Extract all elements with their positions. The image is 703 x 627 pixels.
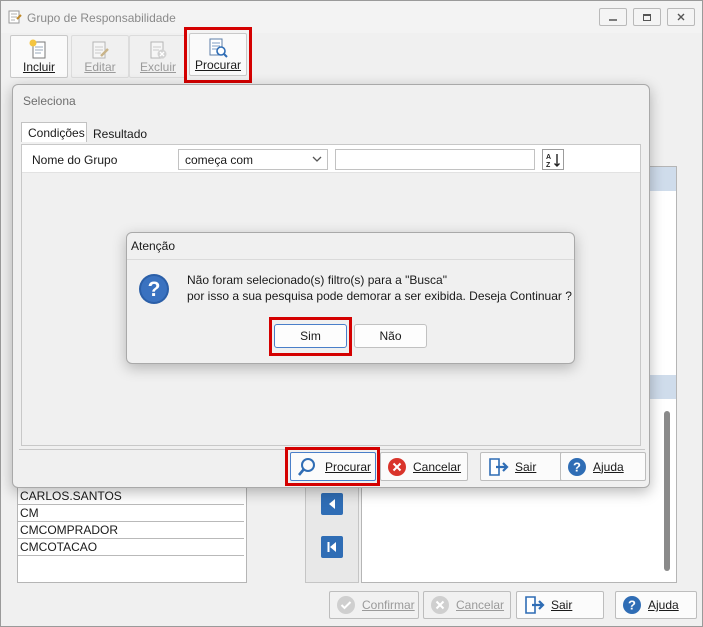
cancelar-footer-button[interactable]: Cancelar xyxy=(423,591,511,619)
check-icon xyxy=(337,596,355,614)
filter-value-input[interactable] xyxy=(335,149,535,170)
window-title: Grupo de Responsabilidade xyxy=(27,11,176,25)
exit-door-icon xyxy=(525,596,545,614)
svg-text:?: ? xyxy=(628,598,636,613)
list-item[interactable]: CMCOTACAO xyxy=(18,539,244,556)
atencao-message-line2: por isso a sua pesquisa pode demorar a s… xyxy=(187,289,572,303)
excluir-button[interactable]: Excluir xyxy=(129,35,187,78)
ajuda-footer-label: Ajuda xyxy=(648,598,679,612)
title-bar: Grupo de Responsabilidade xyxy=(1,1,702,33)
operator-value: começa com xyxy=(185,153,254,167)
nao-button[interactable]: Não xyxy=(354,324,427,348)
delete-document-icon xyxy=(150,41,167,59)
cancelar-dialog-button[interactable]: Cancelar xyxy=(380,452,468,481)
exit-door-icon xyxy=(489,457,509,476)
search-document-icon xyxy=(209,38,228,58)
svg-text:?: ? xyxy=(148,278,161,301)
question-icon: ? xyxy=(139,274,169,304)
cancel-icon xyxy=(388,457,406,476)
ajuda-dialog-button[interactable]: ? Ajuda xyxy=(560,452,646,481)
incluir-button[interactable]: Incluir xyxy=(10,35,68,78)
edit-document-icon xyxy=(92,41,109,59)
cancelar-footer-label: Cancelar xyxy=(456,598,505,612)
svg-text:?: ? xyxy=(573,459,581,474)
sim-label: Sim xyxy=(300,329,321,343)
sim-button[interactable]: Sim xyxy=(274,324,347,348)
procurar-toolbar-label: Procurar xyxy=(194,58,241,72)
editar-label: Editar xyxy=(84,60,116,74)
search-icon xyxy=(298,457,315,476)
tab-condicoes[interactable]: Condições xyxy=(21,122,87,142)
field-label: Nome do Grupo xyxy=(32,153,118,167)
svg-text:A: A xyxy=(546,154,551,161)
cancelar-dialog-label: Cancelar xyxy=(413,459,462,474)
list-item[interactable]: CARLOS.SANTOS xyxy=(18,488,244,505)
sort-az-icon: A Z xyxy=(546,153,560,168)
svg-text:Z: Z xyxy=(546,162,551,168)
move-all-left-button[interactable] xyxy=(321,536,343,558)
app-icon xyxy=(8,10,22,24)
confirmar-label: Confirmar xyxy=(362,598,415,612)
sair-footer-label: Sair xyxy=(551,598,573,612)
incluir-label: Incluir xyxy=(22,60,55,74)
help-icon: ? xyxy=(568,457,586,476)
list-item-label: CMCOTACAO xyxy=(20,540,98,554)
restore-button[interactable] xyxy=(633,8,661,26)
list-item-label: CARLOS.SANTOS xyxy=(20,489,122,503)
list-item-label: CMCOMPRADOR xyxy=(20,523,118,537)
procurar-dialog-button[interactable]: Procurar xyxy=(290,452,376,481)
editar-button[interactable]: Editar xyxy=(71,35,129,78)
sair-dialog-label: Sair xyxy=(515,459,537,474)
cancel-icon xyxy=(431,596,449,614)
arrow-left-icon xyxy=(329,499,335,509)
atencao-title: Atenção xyxy=(131,239,176,253)
sair-dialog-button[interactable]: Sair xyxy=(480,452,568,481)
excluir-label: Excluir xyxy=(139,60,176,74)
list-item[interactable]: CM xyxy=(18,505,244,522)
move-left-button[interactable] xyxy=(321,493,343,515)
tab-resultado[interactable]: Resultado xyxy=(87,124,153,144)
help-icon: ? xyxy=(623,596,641,614)
sair-footer-button[interactable]: Sair xyxy=(516,591,604,619)
list-item[interactable]: CMCOMPRADOR xyxy=(18,522,244,539)
tab-resultado-label: Resultado xyxy=(93,127,148,141)
restore-icon xyxy=(643,14,651,21)
close-button[interactable] xyxy=(667,8,695,26)
list-item-label: CM xyxy=(20,506,39,520)
confirmar-button[interactable]: Confirmar xyxy=(329,591,419,619)
close-icon xyxy=(677,13,685,21)
atencao-divider xyxy=(127,259,574,260)
minimize-button[interactable] xyxy=(599,8,627,26)
procurar-dialog-label: Procurar xyxy=(325,459,372,474)
toolbar: Incluir Editar Excluir Procurar xyxy=(7,27,697,83)
operator-select[interactable]: começa com xyxy=(178,149,328,170)
atencao-message-line1: Não foram selecionado(s) filtro(s) para … xyxy=(187,273,447,287)
seleciona-title: Seleciona xyxy=(23,94,76,108)
tab-condicoes-label: Condições xyxy=(28,126,85,140)
nao-label: Não xyxy=(379,329,402,343)
atencao-dialog: Atenção ? Não foram selecionado(s) filtr… xyxy=(126,232,575,364)
scrollbar-thumb[interactable] xyxy=(664,411,670,571)
new-document-icon xyxy=(29,39,46,59)
procurar-toolbar-button[interactable]: Procurar xyxy=(189,33,247,76)
arrow-first-icon xyxy=(327,542,336,552)
ajuda-dialog-label: Ajuda xyxy=(593,459,624,474)
sort-button[interactable]: A Z xyxy=(542,149,564,170)
chevron-down-icon xyxy=(312,156,322,162)
ajuda-footer-button[interactable]: ? Ajuda xyxy=(615,591,697,619)
minimize-icon xyxy=(609,19,617,21)
